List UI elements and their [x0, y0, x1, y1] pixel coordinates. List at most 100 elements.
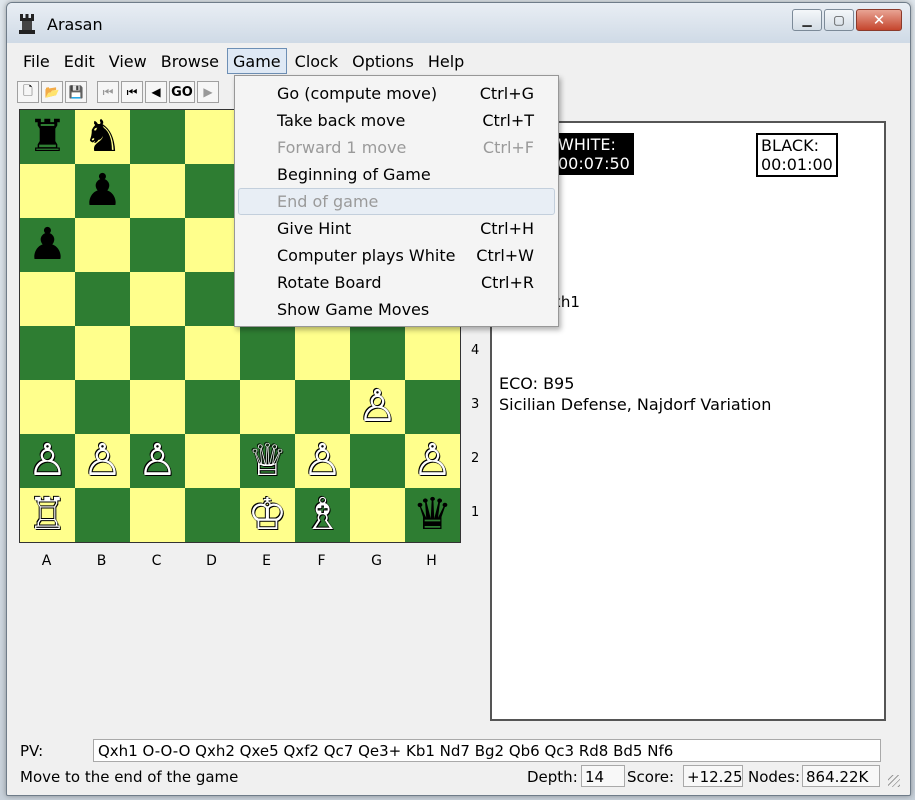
square-c8[interactable] — [130, 110, 185, 164]
menu-clock[interactable]: Clock — [289, 48, 344, 74]
square-e1[interactable]: ♔ — [240, 488, 295, 542]
square-e4[interactable] — [240, 326, 295, 380]
square-h2[interactable]: ♙ — [405, 434, 460, 488]
game-menu-item-beginning-of-game[interactable]: Beginning of Game — [238, 161, 555, 188]
game-menu-item-rotate-board[interactable]: Rotate Board Ctrl+R — [238, 269, 555, 296]
square-d4[interactable] — [185, 326, 240, 380]
piece-white-e1[interactable]: ♔ — [248, 493, 287, 537]
square-b8[interactable]: ♞ — [75, 110, 130, 164]
square-c1[interactable] — [130, 488, 185, 542]
menu-bar: File Edit View Browse Game Clock Options… — [7, 48, 910, 74]
square-h3[interactable] — [405, 380, 460, 434]
save-button[interactable]: 💾 — [65, 81, 87, 103]
square-d3[interactable] — [185, 380, 240, 434]
game-menu-item-give-hint[interactable]: Give Hint Ctrl+H — [238, 215, 555, 242]
first-move-button[interactable]: ⏮ — [97, 81, 119, 103]
piece-white-g3[interactable]: ♙ — [358, 385, 397, 429]
square-b3[interactable] — [75, 380, 130, 434]
game-menu-item-end-of-game[interactable]: End of game — [238, 188, 555, 215]
square-h4[interactable] — [405, 326, 460, 380]
piece-black-a8[interactable]: ♜ — [28, 115, 67, 159]
piece-black-b7[interactable]: ♟ — [83, 169, 122, 213]
game-menu-item-take-back-move[interactable]: Take back move Ctrl+T — [238, 107, 555, 134]
square-b7[interactable]: ♟ — [75, 164, 130, 218]
menu-item-label: Computer plays White — [277, 246, 456, 265]
square-d6[interactable] — [185, 218, 240, 272]
square-a7[interactable] — [20, 164, 75, 218]
black-clock: BLACK: 00:01:00 — [756, 133, 838, 177]
game-menu-item-computer-plays-white[interactable]: Computer plays White Ctrl+W — [238, 242, 555, 269]
square-d7[interactable] — [185, 164, 240, 218]
minimize-button[interactable]: ▁ — [792, 9, 822, 31]
black-clock-label: BLACK: — [761, 136, 819, 155]
square-a1[interactable]: ♖ — [20, 488, 75, 542]
menu-options[interactable]: Options — [346, 48, 420, 74]
piece-white-h2[interactable]: ♙ — [413, 439, 452, 483]
piece-white-f1[interactable]: ♗ — [303, 493, 342, 537]
forward-button[interactable]: ▶ — [197, 81, 219, 103]
menu-help[interactable]: Help — [422, 48, 470, 74]
title-bar[interactable]: Arasan ▁ ▢ ✕ — [7, 3, 910, 43]
file-label-b: B — [96, 553, 107, 569]
square-f4[interactable] — [295, 326, 350, 380]
square-d2[interactable] — [185, 434, 240, 488]
square-a3[interactable] — [20, 380, 75, 434]
square-c4[interactable] — [130, 326, 185, 380]
square-a4[interactable] — [20, 326, 75, 380]
back-button[interactable]: ◀ — [145, 81, 167, 103]
piece-black-b8[interactable]: ♞ — [83, 115, 122, 159]
square-c5[interactable] — [130, 272, 185, 326]
menu-browse[interactable]: Browse — [155, 48, 225, 74]
square-a5[interactable] — [20, 272, 75, 326]
beginning-button[interactable]: ⏮ — [121, 81, 143, 103]
piece-white-a1[interactable]: ♖ — [28, 493, 67, 537]
menu-edit[interactable]: Edit — [58, 48, 101, 74]
game-menu-item-forward-1-move[interactable]: Forward 1 move Ctrl+F — [238, 134, 555, 161]
square-f1[interactable]: ♗ — [295, 488, 350, 542]
piece-white-a2[interactable]: ♙ — [28, 439, 67, 483]
square-f2[interactable]: ♙ — [295, 434, 350, 488]
game-menu-item-show-game-moves[interactable]: Show Game Moves — [238, 296, 555, 323]
game-menu-item-go-compute-move[interactable]: Go (compute move) Ctrl+G — [238, 80, 555, 107]
square-a8[interactable]: ♜ — [20, 110, 75, 164]
piece-black-h1[interactable]: ♛ — [413, 493, 452, 537]
file-label-g: G — [371, 553, 382, 569]
piece-white-f2[interactable]: ♙ — [303, 439, 342, 483]
go-button[interactable]: GO — [169, 81, 195, 103]
square-g1[interactable] — [350, 488, 405, 542]
square-c6[interactable] — [130, 218, 185, 272]
piece-black-a6[interactable]: ♟ — [28, 223, 67, 267]
square-d8[interactable] — [185, 110, 240, 164]
square-e2[interactable]: ♕ — [240, 434, 295, 488]
square-e3[interactable] — [240, 380, 295, 434]
menu-item-shortcut: Ctrl+T — [482, 111, 534, 130]
square-a6[interactable]: ♟ — [20, 218, 75, 272]
menu-game[interactable]: Game — [227, 48, 287, 74]
square-c2[interactable]: ♙ — [130, 434, 185, 488]
square-g4[interactable] — [350, 326, 405, 380]
square-b1[interactable] — [75, 488, 130, 542]
square-g3[interactable]: ♙ — [350, 380, 405, 434]
close-button[interactable]: ✕ — [856, 9, 902, 31]
square-h1[interactable]: ♛ — [405, 488, 460, 542]
square-b4[interactable] — [75, 326, 130, 380]
menu-file[interactable]: File — [17, 48, 56, 74]
square-f3[interactable] — [295, 380, 350, 434]
square-d5[interactable] — [185, 272, 240, 326]
new-game-button[interactable]: 🗋 — [17, 81, 39, 103]
piece-white-e2[interactable]: ♕ — [248, 439, 287, 483]
square-b2[interactable]: ♙ — [75, 434, 130, 488]
square-g2[interactable] — [350, 434, 405, 488]
piece-white-c2[interactable]: ♙ — [138, 439, 177, 483]
square-b5[interactable] — [75, 272, 130, 326]
menu-view[interactable]: View — [103, 48, 153, 74]
piece-white-b2[interactable]: ♙ — [83, 439, 122, 483]
square-c3[interactable] — [130, 380, 185, 434]
square-d1[interactable] — [185, 488, 240, 542]
resize-grip-icon[interactable] — [888, 775, 900, 787]
open-button[interactable]: 📂 — [41, 81, 63, 103]
square-c7[interactable] — [130, 164, 185, 218]
maximize-button[interactable]: ▢ — [824, 9, 854, 31]
square-b6[interactable] — [75, 218, 130, 272]
square-a2[interactable]: ♙ — [20, 434, 75, 488]
